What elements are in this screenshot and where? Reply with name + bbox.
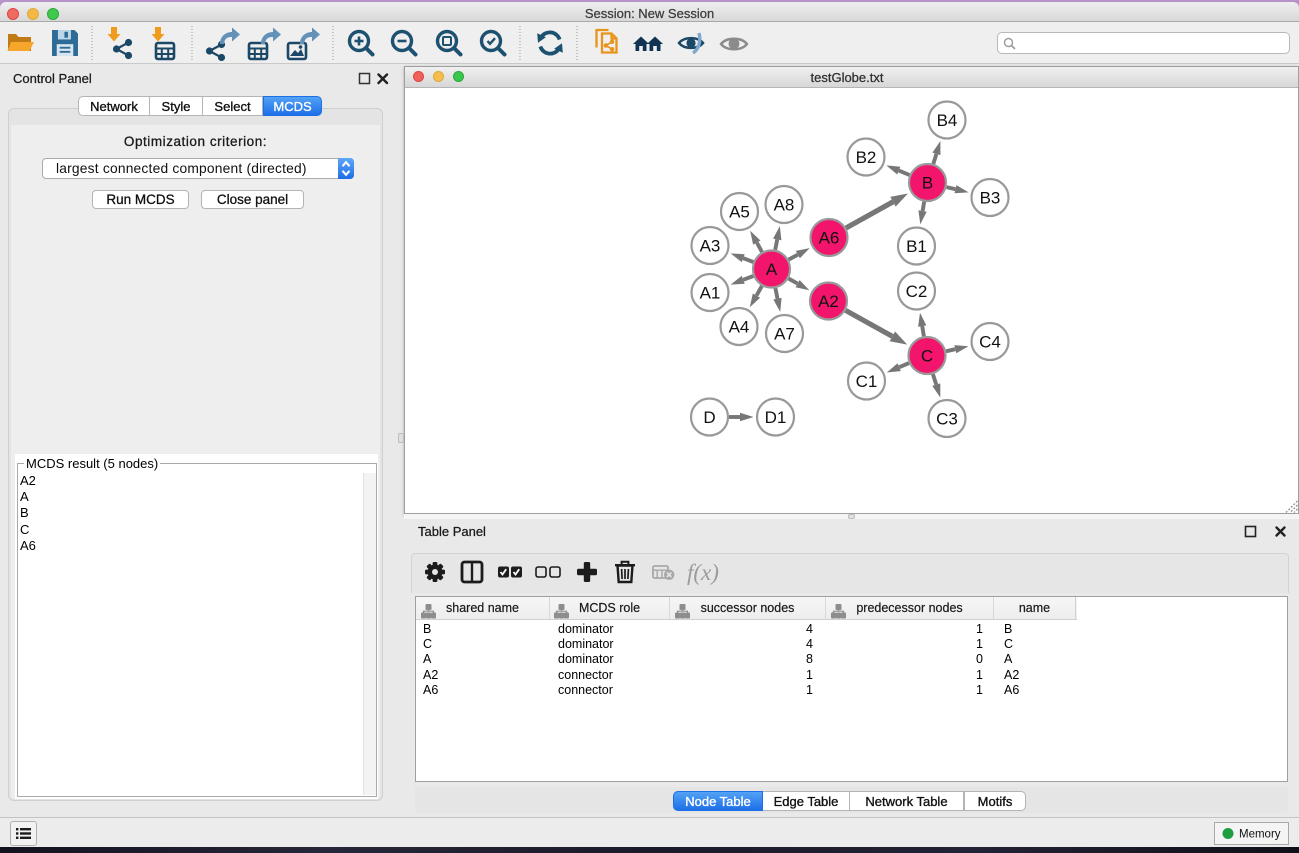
svg-text:Memory: Memory (1239, 829, 1281, 841)
svg-text:B4: B4 (937, 111, 958, 130)
svg-text:A2: A2 (818, 292, 839, 311)
svg-text:D: D (703, 408, 715, 427)
svg-text:B: B (922, 174, 933, 193)
svg-text:C: C (921, 347, 933, 366)
svg-text:A7: A7 (774, 325, 795, 344)
svg-text:A5: A5 (729, 203, 750, 222)
svg-text:A4: A4 (729, 318, 750, 337)
svg-text:A: A (766, 260, 778, 279)
svg-text:C3: C3 (936, 410, 958, 429)
svg-text:A6: A6 (819, 229, 840, 248)
svg-text:B2: B2 (856, 148, 877, 167)
svg-text:B1: B1 (906, 237, 927, 256)
svg-text:D1: D1 (765, 408, 787, 427)
svg-text:A3: A3 (700, 237, 721, 256)
svg-text:A1: A1 (700, 284, 721, 303)
svg-text:B3: B3 (980, 189, 1001, 208)
svg-text:C2: C2 (906, 282, 928, 301)
svg-text:A8: A8 (774, 196, 795, 215)
svg-text:C4: C4 (979, 333, 1001, 352)
svg-text:C1: C1 (856, 372, 878, 391)
svg-text:f(x): f(x) (687, 560, 719, 585)
